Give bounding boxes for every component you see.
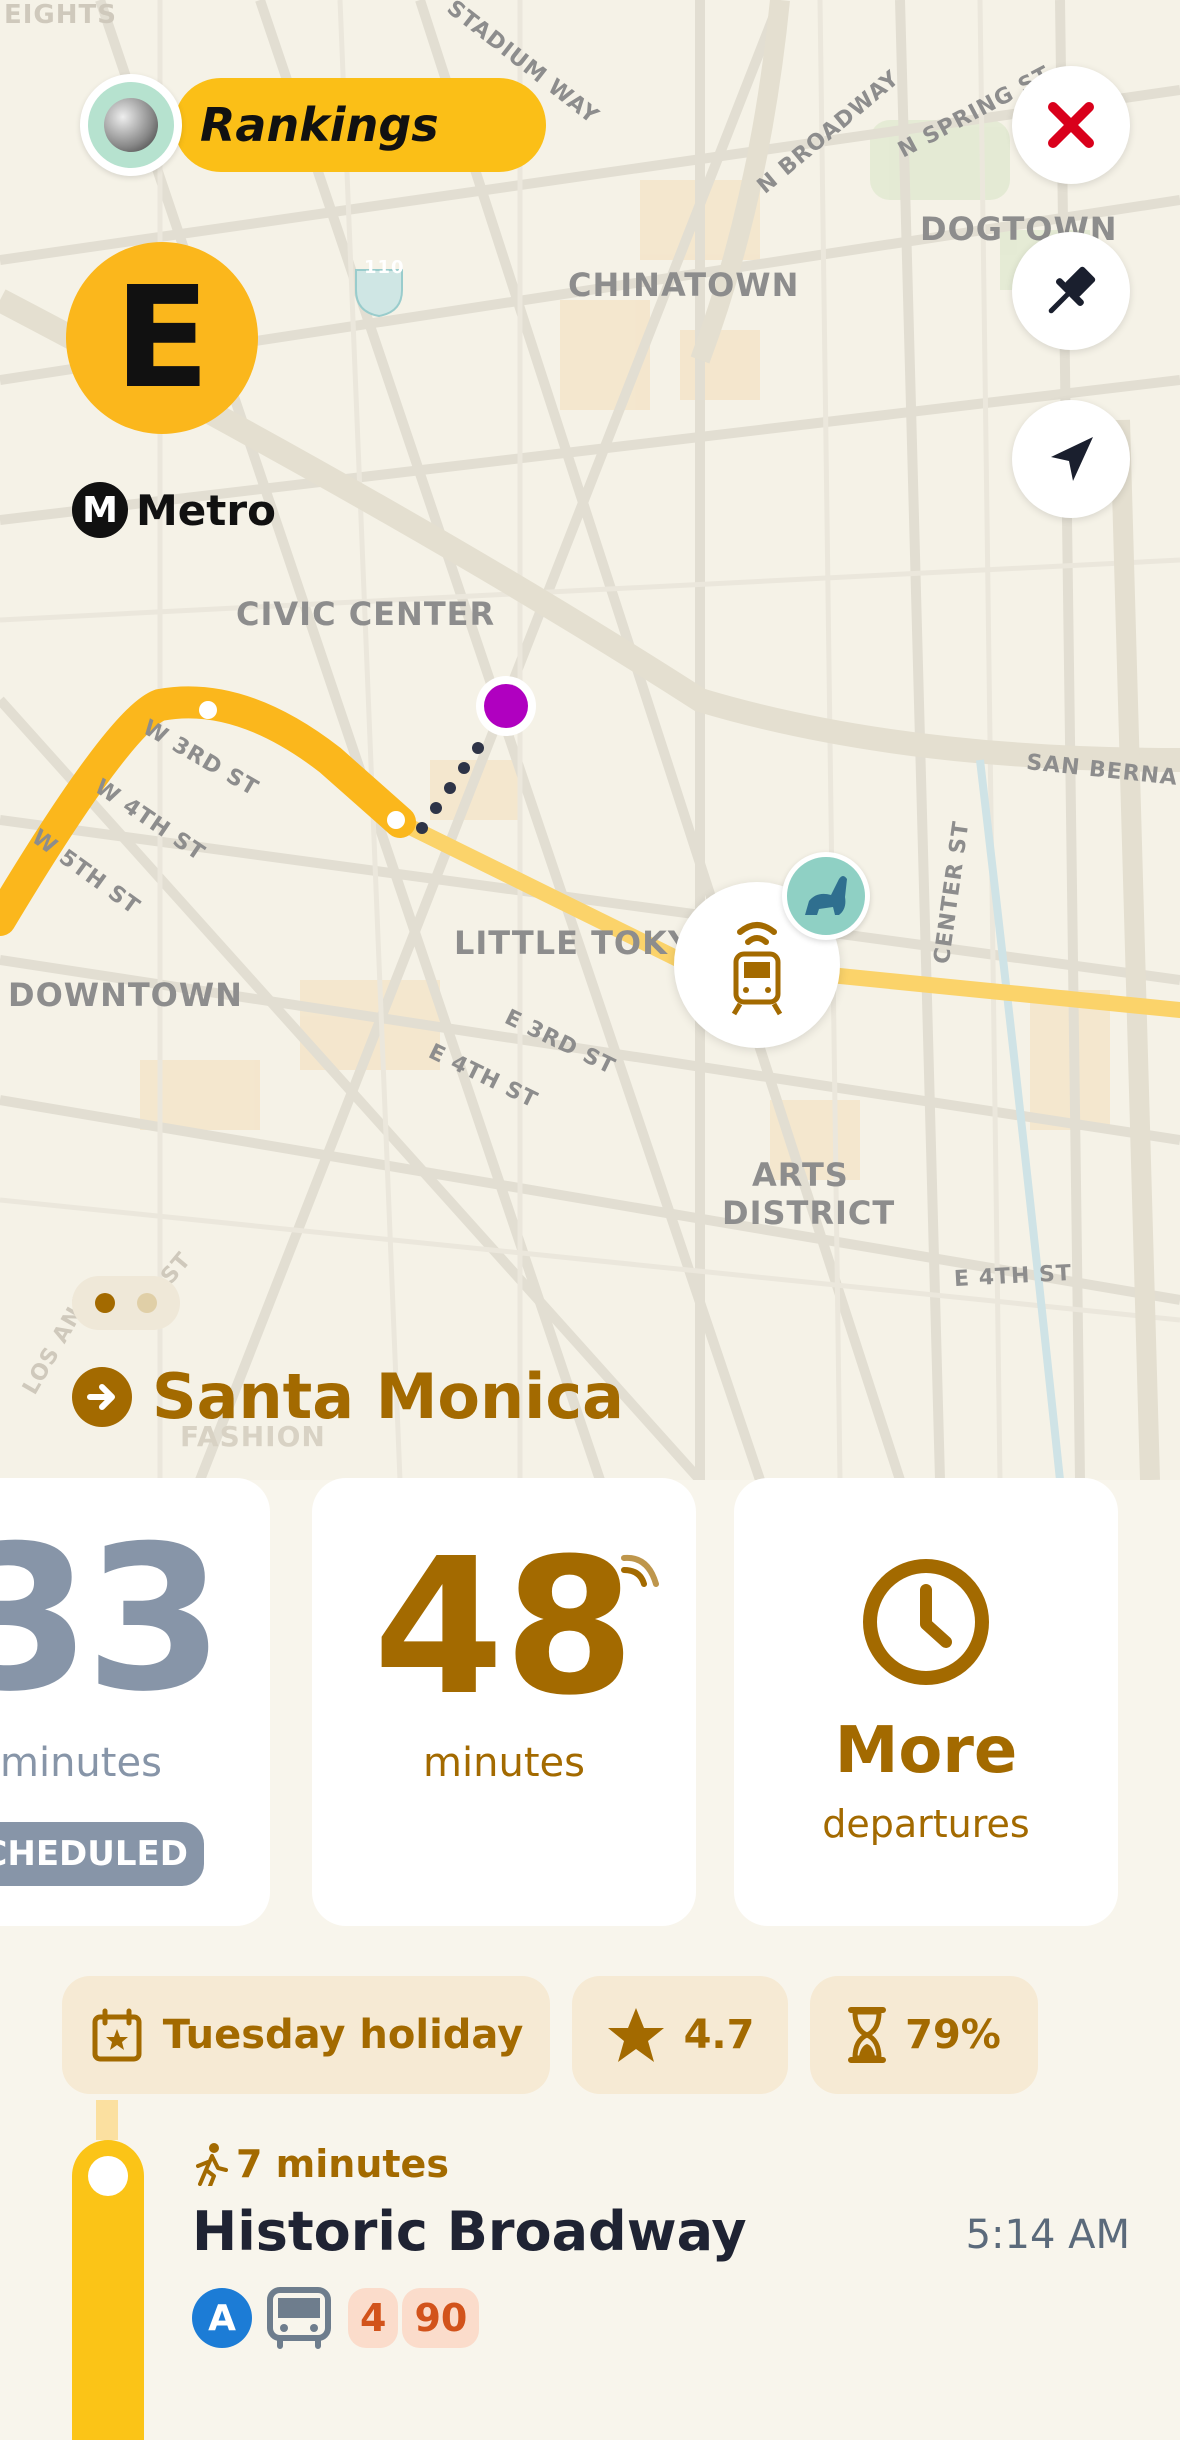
district-label: DOWNTOWN	[8, 976, 243, 1014]
agency-logo: M Metro	[72, 482, 276, 538]
street-label: EIGHTS	[4, 0, 117, 30]
rail-line-badge: A	[192, 2288, 252, 2348]
page-dot	[95, 1293, 115, 1313]
arrival-card[interactable]: 48 minutes	[312, 1478, 696, 1926]
arrow-right-icon	[72, 1366, 132, 1427]
walking-icon	[196, 2143, 228, 2186]
navigation-arrow-icon	[1051, 437, 1093, 481]
close-button[interactable]	[1012, 66, 1130, 184]
highway-shield: 110	[364, 257, 405, 278]
district-label: CIVIC CENTER	[236, 595, 496, 633]
pin-icon	[1048, 266, 1096, 314]
agency-name: Metro	[136, 485, 276, 535]
percent-value: 79%	[905, 2012, 1001, 2058]
percent-chip[interactable]: 79%	[810, 1976, 1038, 2094]
calendar-star-icon	[92, 2008, 142, 2062]
destination-name: Santa Monica	[152, 1360, 624, 1433]
page-indicator	[72, 1276, 180, 1330]
locate-button[interactable]	[1012, 400, 1130, 518]
holiday-chip[interactable]: Tuesday holiday	[62, 1976, 550, 2094]
walk-time: 7 minutes	[194, 2142, 449, 2186]
district-label: ARTS	[752, 1156, 849, 1194]
page-dot	[137, 1293, 157, 1313]
star-icon	[607, 2008, 664, 2062]
rankings-label: Rankings	[174, 78, 546, 172]
arrival-card[interactable]: 33 minutes SCHEDULED	[0, 1478, 270, 1926]
district-label: DISTRICT	[722, 1194, 896, 1232]
scheduled-badge: SCHEDULED	[0, 1822, 204, 1886]
stop-dot	[88, 2156, 128, 2196]
stop-row[interactable]: 7 minutes Historic Broadway 5:14 AM A 4 …	[0, 2100, 1180, 2440]
realtime-signal-icon	[621, 1554, 659, 1587]
line-badge: E	[66, 242, 258, 434]
walk-label: 7 minutes	[236, 2142, 449, 2186]
rating-chip[interactable]: 4.7	[572, 1976, 788, 2094]
destination-header: Santa Monica	[72, 1360, 624, 1433]
map-view[interactable]: 110 CHINATOWN CIVIC CENTER LITTLE TOKYO …	[0, 0, 1180, 1480]
metro-icon: M	[72, 482, 128, 538]
holiday-label: Tuesday holiday	[162, 2012, 524, 2058]
bus-route-badge: 90	[402, 2288, 480, 2348]
route-line-segment	[96, 2100, 118, 2140]
pin-button[interactable]	[1012, 232, 1130, 350]
district-label: CHINATOWN	[568, 266, 800, 304]
rankings-button[interactable]: Rankings	[80, 74, 546, 176]
arrival-unit: minutes	[0, 1740, 162, 1786]
hourglass-icon	[848, 2007, 887, 2063]
stop-name: Historic Broadway	[192, 2200, 747, 2263]
stop-time: 5:14 AM	[965, 2212, 1130, 2258]
close-icon	[1048, 102, 1094, 148]
more-label: More	[834, 1714, 1018, 1788]
arrival-minutes: 33	[0, 1503, 224, 1736]
bus-icon	[267, 2287, 331, 2349]
disco-ball-icon	[80, 74, 182, 176]
bus-route-badge: 4	[348, 2288, 399, 2348]
connections: A 4 90	[192, 2286, 480, 2350]
rating-value: 4.7	[683, 2012, 755, 2058]
more-sublabel: departures	[822, 1802, 1030, 1846]
clock-icon	[863, 1559, 989, 1685]
arrival-unit: minutes	[423, 1740, 585, 1786]
more-departures-button[interactable]: More departures	[734, 1478, 1118, 1926]
dinosaur-icon	[782, 852, 870, 940]
